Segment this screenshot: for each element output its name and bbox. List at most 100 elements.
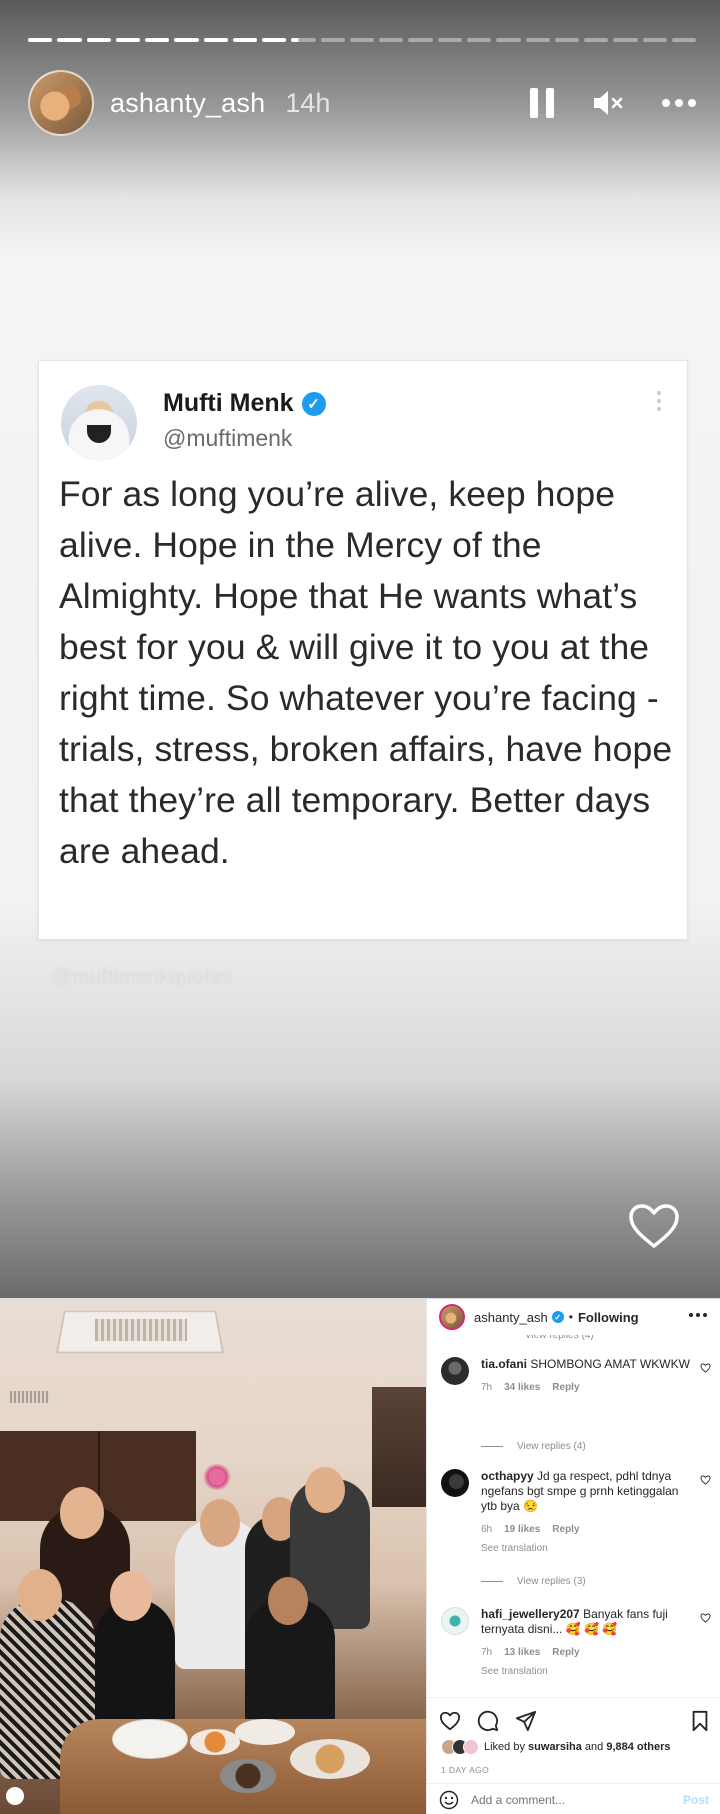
see-translation-button[interactable]: See translation bbox=[481, 1541, 691, 1556]
story-watermark: @muftimenkquotes bbox=[52, 966, 233, 988]
comment-time: 7h bbox=[481, 1647, 493, 1658]
more-icon bbox=[662, 99, 696, 107]
share-icon[interactable] bbox=[515, 1710, 537, 1732]
comment-likes[interactable]: 19 likes bbox=[504, 1522, 540, 1537]
story-more-button[interactable] bbox=[662, 99, 696, 107]
like-heart-icon[interactable] bbox=[439, 1710, 461, 1732]
commenter-username[interactable]: tia.ofani bbox=[481, 1357, 527, 1371]
bookmark-icon[interactable] bbox=[689, 1710, 711, 1732]
story-username[interactable]: ashanty_ash bbox=[110, 88, 265, 119]
story-progress-segment bbox=[408, 38, 433, 42]
tweet-menu-icon bbox=[657, 391, 661, 411]
post-author-avatar[interactable] bbox=[439, 1304, 465, 1330]
commenter-username[interactable]: octhapyy bbox=[481, 1469, 534, 1483]
liked-by-user[interactable]: suwarsiha bbox=[528, 1741, 582, 1753]
comment-like-icon[interactable] bbox=[700, 1613, 711, 1623]
view-replies-peek[interactable]: View replies (4) bbox=[525, 1335, 594, 1343]
comment-like-icon[interactable] bbox=[700, 1475, 711, 1485]
comments-list: View replies (4) tia.ofani SHOMBONG AMAT… bbox=[427, 1335, 720, 1697]
story-progress-segment bbox=[671, 38, 697, 42]
story-progress-segment bbox=[262, 38, 287, 42]
post-header: ashanty_ash ✓ • Following bbox=[427, 1299, 720, 1335]
verified-badge-icon: ✓ bbox=[551, 1311, 564, 1323]
comment-text: SHOMBONG AMAT WKWKW bbox=[530, 1357, 690, 1371]
reply-button[interactable]: Reply bbox=[552, 1645, 579, 1660]
story-progress-bar bbox=[28, 38, 697, 42]
liker-avatar bbox=[463, 1739, 479, 1755]
story-progress-segment bbox=[57, 38, 82, 42]
story-progress-segment bbox=[232, 38, 258, 42]
comment-body: hafi_jewellery207 Banyak fans fuji terny… bbox=[481, 1607, 691, 1679]
replies-line bbox=[481, 1446, 503, 1447]
comment-meta: 6h 19 likes Reply bbox=[481, 1522, 691, 1537]
story-progress-segment bbox=[437, 38, 462, 42]
story-progress-segment bbox=[174, 38, 199, 42]
instagram-post: ashanty_ash ✓ • Following View replies (… bbox=[0, 1298, 720, 1814]
comment-icon[interactable] bbox=[477, 1710, 499, 1732]
comment-input[interactable] bbox=[471, 1792, 671, 1807]
commenter-avatar[interactable] bbox=[441, 1357, 469, 1385]
commenter-username[interactable]: hafi_jewellery207 bbox=[481, 1607, 580, 1621]
story-controls bbox=[530, 88, 696, 118]
story-progress-segment bbox=[466, 38, 492, 42]
tweet-author-name: Mufti Menk ✓ bbox=[163, 389, 326, 418]
comment-body: octhapyy Jd ga respect, pdhl tdnya ngefa… bbox=[481, 1469, 691, 1556]
post-photo[interactable] bbox=[0, 1299, 426, 1814]
reply-button[interactable]: Reply bbox=[552, 1522, 579, 1537]
story-progress-segment bbox=[320, 38, 345, 42]
comment-likes[interactable]: 34 likes bbox=[504, 1380, 540, 1395]
comment-meta: 7h 34 likes Reply bbox=[481, 1380, 691, 1395]
following-button[interactable]: Following bbox=[578, 1310, 639, 1325]
pause-icon bbox=[530, 88, 554, 118]
comment-like-icon[interactable] bbox=[700, 1363, 711, 1373]
view-replies-button[interactable]: View replies (4) bbox=[481, 1441, 586, 1452]
story-progress-segment bbox=[584, 38, 609, 42]
liked-by-middle: and bbox=[584, 1741, 604, 1753]
see-translation-button[interactable]: See translation bbox=[481, 1664, 691, 1679]
likes-count[interactable]: 9,884 others bbox=[606, 1741, 670, 1753]
comment-time: 7h bbox=[481, 1382, 493, 1393]
story-progress-segment bbox=[145, 38, 170, 42]
tweet-author-name-text: Mufti Menk bbox=[163, 389, 294, 417]
story-progress-segment bbox=[115, 38, 141, 42]
story-progress-segment bbox=[349, 38, 375, 42]
heart-icon[interactable] bbox=[628, 1203, 680, 1249]
comment-body: tia.ofani SHOMBONG AMAT WKWKW 7h 34 like… bbox=[481, 1357, 691, 1395]
story-progress-segment bbox=[203, 38, 228, 42]
commenter-avatar[interactable] bbox=[441, 1607, 469, 1635]
pause-button[interactable] bbox=[530, 88, 554, 118]
story-progress-segment bbox=[554, 38, 580, 42]
emoji-icon[interactable] bbox=[439, 1790, 459, 1810]
post-sidebar: ashanty_ash ✓ • Following View replies (… bbox=[426, 1299, 720, 1814]
tweet-text: For as long you’re alive, keep hope aliv… bbox=[59, 474, 673, 871]
reply-button[interactable]: Reply bbox=[552, 1380, 579, 1395]
view-replies-button[interactable]: View replies (3) bbox=[481, 1576, 586, 1587]
story-progress-segment bbox=[642, 38, 667, 42]
story-avatar[interactable] bbox=[28, 70, 94, 136]
story-progress-segment bbox=[379, 38, 404, 42]
story-viewer: ashanty_ash 14h Mufti Menk ✓ @muftimenk bbox=[0, 0, 720, 1298]
story-progress-segment bbox=[496, 38, 521, 42]
comment-item: octhapyy Jd ga respect, pdhl tdnya ngefa… bbox=[441, 1469, 711, 1554]
view-replies-label[interactable]: View replies (3) bbox=[517, 1576, 586, 1587]
add-comment-bar: Post bbox=[427, 1783, 720, 1814]
post-author-username[interactable]: ashanty_ash bbox=[474, 1310, 548, 1325]
post-comment-button[interactable]: Post bbox=[683, 1793, 709, 1807]
comment-time: 6h bbox=[481, 1524, 493, 1535]
mute-icon bbox=[594, 91, 623, 115]
comment-item: hafi_jewellery207 Banyak fans fuji terny… bbox=[441, 1607, 711, 1687]
comment-meta: 7h 13 likes Reply bbox=[481, 1645, 691, 1660]
post-date: 1 DAY AGO bbox=[441, 1765, 490, 1775]
story-header: ashanty_ash 14h bbox=[28, 70, 696, 136]
comment-likes[interactable]: 13 likes bbox=[504, 1645, 540, 1660]
post-actions-bar bbox=[427, 1697, 720, 1737]
replies-line bbox=[481, 1581, 503, 1582]
commenter-avatar[interactable] bbox=[441, 1469, 469, 1497]
post-options-icon[interactable] bbox=[689, 1313, 707, 1317]
view-replies-label[interactable]: View replies (4) bbox=[517, 1441, 586, 1452]
header-separator: • bbox=[568, 1310, 573, 1324]
mute-button[interactable] bbox=[592, 88, 624, 118]
story-progress-segment bbox=[525, 38, 550, 42]
liked-by-text: Liked by suwarsiha and 9,884 others bbox=[484, 1741, 671, 1753]
story-progress-segment bbox=[28, 38, 53, 42]
